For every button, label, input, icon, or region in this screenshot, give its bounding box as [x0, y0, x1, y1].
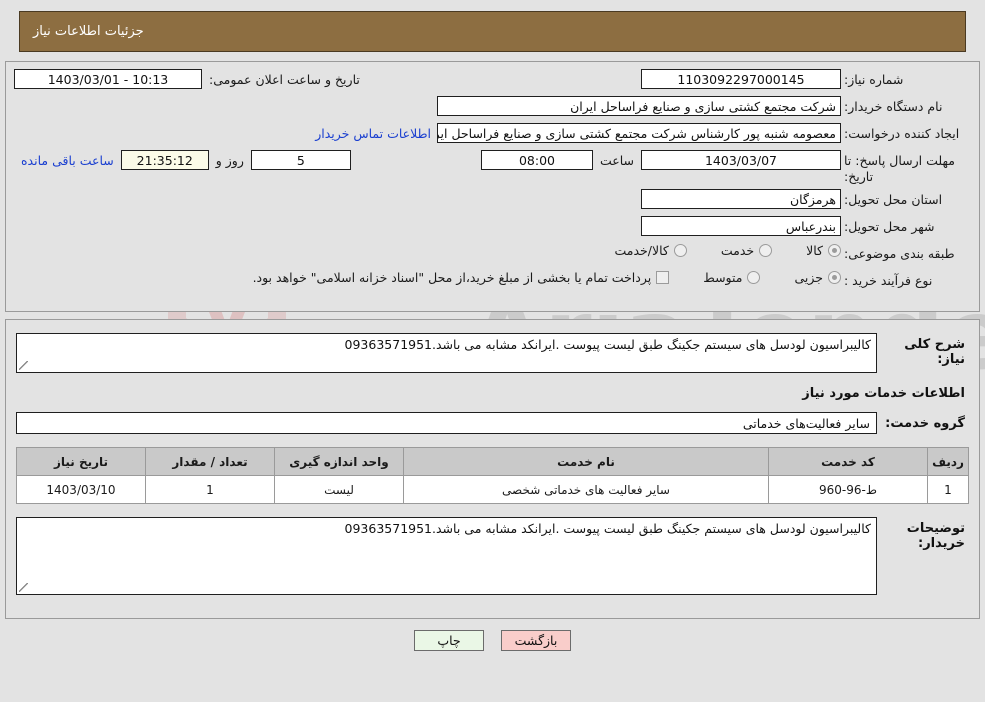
category-radio-group: کالا خدمت کالا/خدمت: [580, 243, 841, 258]
buyer-comments-row: توضیحات خریدار: کالیبراسیون لودسل های سی…: [16, 517, 969, 595]
purchase-process-option-minor-label: جزیی: [794, 270, 823, 286]
requester-label: ایجاد کننده درخواست:: [844, 126, 960, 141]
services-section-heading: اطلاعات خدمات مورد نیاز: [802, 386, 965, 401]
page-header-bar: جزئیات اطلاعات نیاز: [19, 11, 966, 52]
service-group-label: گروه خدمت:: [885, 415, 965, 431]
back-button[interactable]: بازگشت: [501, 630, 571, 651]
column-header-radif: ردیف: [927, 447, 969, 476]
cell-service-code: ط-96-960: [768, 475, 928, 504]
column-header-service-name: نام خدمت: [403, 447, 769, 476]
purchase-process-option-medium-label: متوسط: [703, 270, 743, 286]
deadline-remaining-label: ساعت باقی مانده: [21, 152, 114, 168]
cell-unit: لیست: [274, 475, 404, 504]
category-option-goods-label: کالا: [806, 243, 823, 259]
field-row-deadline: مهلت ارسال پاسخ: تا تاریخ: 1403/03/07 سا…: [6, 150, 979, 184]
services-table: ردیف کد خدمت نام خدمت واحد اندازه گیری ت…: [16, 447, 969, 504]
buyer-org-value: شرکت مجتمع کشتی سازی و صنایع فراساحل ایر…: [437, 96, 841, 116]
need-details-panel: شرح کلی نیاز: کالیبراسیون لودسل های سیست…: [5, 319, 980, 619]
city-value: بندرعباس: [641, 216, 841, 237]
checkbox-icon[interactable]: [656, 271, 670, 285]
announcement-label: تاریخ و ساعت اعلان عمومی:: [209, 71, 360, 87]
deadline-days-label: روز و: [215, 152, 244, 168]
category-option-goods-service[interactable]: کالا/خدمت: [614, 243, 687, 259]
cell-service-name: سایر فعالیت های خدماتی شخصی: [403, 475, 769, 504]
radio-icon[interactable]: [828, 271, 841, 285]
purchase-process-option-minor[interactable]: جزیی: [794, 270, 841, 285]
general-description-textarea[interactable]: کالیبراسیون لودسل های سیستم جکینگ طبق لی…: [16, 333, 877, 373]
page-content: جزئیات اطلاعات نیاز شماره نیاز: 11030922…: [0, 11, 985, 651]
column-header-quantity: تعداد / مقدار: [145, 447, 275, 476]
field-row-need-number: شماره نیاز: 1103092297000145 تاریخ و ساع…: [6, 69, 979, 91]
field-row-purchase-process: نوع فرآیند خرید : جزیی متوسط پرداخت تمام…: [6, 270, 979, 292]
page-root: AriaTender.net AriaTender جزئیات اطلاعات…: [0, 11, 985, 702]
deadline-label: مهلت ارسال پاسخ: تا تاریخ:: [844, 153, 955, 184]
category-option-goods-service-label: کالا/خدمت: [614, 243, 669, 259]
purchase-process-option-medium[interactable]: متوسط: [703, 270, 761, 286]
column-header-service-code: کد خدمت: [768, 447, 928, 476]
category-label: طبقه بندی موضوعی:: [844, 246, 955, 262]
category-option-service[interactable]: خدمت: [720, 243, 773, 259]
buyer-comments-label: توضیحات خریدار:: [906, 521, 965, 551]
print-button[interactable]: چاپ: [414, 630, 484, 651]
buyer-comments-textarea[interactable]: کالیبراسیون لودسل های سیستم جکینگ طبق لی…: [16, 517, 877, 595]
column-header-need-date: تاریخ نیاز: [16, 447, 146, 476]
need-number-label: شماره نیاز:: [844, 72, 904, 87]
table-header-row: ردیف کد خدمت نام خدمت واحد اندازه گیری ت…: [16, 447, 969, 476]
general-description-label: شرح کلی نیاز:: [904, 337, 965, 367]
page-title: جزئیات اطلاعات نیاز: [33, 24, 144, 39]
purchase-process-label: نوع فرآیند خرید :: [844, 273, 933, 289]
buyer-org-label: نام دستگاه خریدار:: [844, 99, 943, 114]
requester-value: معصومه شنبه پور کارشناس شرکت مجتمع کشتی …: [437, 123, 841, 143]
radio-icon[interactable]: [759, 244, 773, 258]
radio-icon[interactable]: [828, 244, 841, 258]
table-row: 1 ط-96-960 سایر فعالیت های خدماتی شخصی ل…: [16, 475, 969, 504]
deadline-date-value: 1403/03/07: [641, 150, 841, 170]
category-option-goods[interactable]: کالا: [806, 243, 841, 258]
purchase-process-radio-group: جزیی متوسط پرداخت تمام یا بخشی از مبلغ خ…: [219, 270, 841, 285]
province-label: استان محل تحویل:: [844, 192, 943, 208]
announcement-value: 1403/03/01 - 10:13: [14, 69, 202, 89]
service-group-row: گروه خدمت: سایر فعالیت‌های خدماتی: [16, 412, 969, 434]
buyer-contact-link[interactable]: اطلاعات تماس خریدار: [309, 126, 437, 141]
cell-radif: 1: [927, 475, 969, 504]
category-option-service-label: خدمت: [720, 243, 755, 259]
need-summary-panel: شماره نیاز: 1103092297000145 تاریخ و ساع…: [5, 61, 980, 312]
need-number-value: 1103092297000145: [641, 69, 841, 89]
field-row-requester: ایجاد کننده درخواست: معصومه شنبه پور کار…: [6, 123, 979, 145]
service-group-value: سایر فعالیت‌های خدماتی: [16, 412, 877, 434]
deadline-days-value: 5: [250, 150, 351, 170]
column-header-unit: واحد اندازه گیری: [274, 447, 404, 476]
footer-button-bar: بازگشت چاپ: [0, 630, 985, 651]
cell-quantity: 1: [145, 475, 275, 504]
field-row-city: شهر محل تحویل: بندرعباس: [6, 216, 979, 238]
general-description-row: شرح کلی نیاز: کالیبراسیون لودسل های سیست…: [16, 333, 969, 373]
field-row-buyer-org: نام دستگاه خریدار: شرکت مجتمع کشتی سازی …: [6, 96, 979, 118]
islamic-treasury-bonds-note: پرداخت تمام یا بخشی از مبلغ خرید،از محل …: [252, 270, 652, 286]
deadline-hour-value: 08:00: [480, 150, 593, 170]
field-row-category: طبقه بندی موضوعی: کالا خدمت کالا/خدمت: [6, 243, 979, 265]
cell-need-date: 1403/03/10: [16, 475, 146, 504]
deadline-hour-label: ساعت: [599, 152, 634, 168]
islamic-treasury-bonds-checkbox-row[interactable]: پرداخت تمام یا بخشی از مبلغ خرید،از محل …: [253, 270, 670, 285]
radio-icon[interactable]: [747, 271, 761, 285]
field-row-province: استان محل تحویل: هرمزگان: [6, 189, 979, 211]
city-label: شهر محل تحویل:: [844, 219, 935, 235]
province-value: هرمزگان: [641, 189, 841, 210]
radio-icon[interactable]: [673, 244, 687, 258]
deadline-countdown-timer: 21:35:12: [120, 150, 209, 170]
